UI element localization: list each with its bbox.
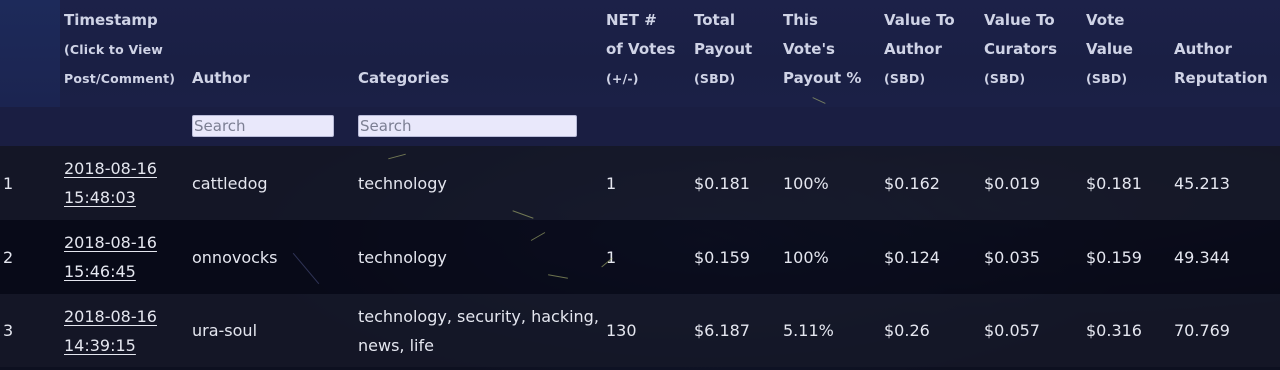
header-categories-label: Categories: [358, 69, 450, 87]
row-categories: technology, security, hacking, news, life: [354, 294, 602, 367]
row-total-payout: $0.159: [690, 220, 779, 294]
filter-cell-categories: [354, 107, 602, 146]
header-value-to-author[interactable]: Value To Author (SBD): [880, 0, 980, 107]
row-value-to-author: $0.124: [880, 220, 980, 294]
row-value-to-curators: $0.057: [980, 294, 1082, 367]
header-categories[interactable]: Categories: [354, 0, 602, 107]
header-votes-line-1: NET #: [606, 11, 657, 29]
row-vote-value: $0.159: [1082, 220, 1170, 294]
votes-table: Timestamp (Click to View Post/Comment) A…: [0, 0, 1280, 367]
row-categories-line-1: technology, security, hacking,: [358, 306, 599, 326]
header-votes[interactable]: NET # of Votes (+/-): [602, 0, 690, 107]
row-value-to-curators: $0.035: [980, 220, 1082, 294]
header-payout-line-1: Total: [694, 11, 735, 29]
header-author[interactable]: Author: [188, 0, 354, 107]
header-vtc-line-3: (SBD): [984, 71, 1026, 86]
author-search-input[interactable]: [192, 115, 334, 137]
timestamp-date: 2018-08-16: [64, 159, 157, 178]
row-vote-value: $0.181: [1082, 146, 1170, 220]
header-pct-line-1: This: [783, 11, 818, 29]
row-author: cattledog: [188, 146, 354, 220]
timestamp-time: 15:48:03: [64, 188, 136, 207]
row-categories-line-1: technology: [358, 173, 447, 193]
filter-cell-index: [0, 107, 60, 146]
header-total-payout[interactable]: Total Payout (SBD): [690, 0, 779, 107]
header-vv-line-1: Vote: [1086, 11, 1125, 29]
timestamp-time: 15:46:45: [64, 262, 136, 281]
header-pct-line-2: Vote's: [783, 40, 835, 58]
header-timestamp-title: Timestamp: [64, 11, 158, 29]
filter-row: [0, 107, 1280, 146]
row-categories-line-1: technology: [358, 247, 447, 267]
row-vote-payout-pct: 100%: [779, 220, 880, 294]
header-votes-line-3: (+/-): [606, 71, 639, 86]
row-timestamp: 2018-08-16 15:46:45: [60, 220, 188, 294]
filter-cell-empty: [602, 107, 1280, 146]
row-votes: 1: [602, 220, 690, 294]
header-votes-line-2: of Votes: [606, 40, 676, 58]
table-row: 2 2018-08-16 15:46:45 onnovocks technolog…: [0, 220, 1280, 294]
row-vote-value: $0.316: [1082, 294, 1170, 367]
header-vote-payout-pct[interactable]: This Vote's Payout %: [779, 0, 880, 107]
header-vote-value[interactable]: Vote Value (SBD): [1082, 0, 1170, 107]
header-pct-line-3: Payout %: [783, 69, 862, 87]
row-author: onnovocks: [188, 220, 354, 294]
row-categories: technology: [354, 146, 602, 220]
header-vtc-line-2: Curators: [984, 40, 1058, 58]
timestamp-link[interactable]: 2018-08-16 15:46:45: [64, 233, 157, 281]
row-author: ura-soul: [188, 294, 354, 367]
categories-search-input[interactable]: [358, 115, 577, 137]
table-row: 3 2018-08-16 14:39:15 ura-soul technology…: [0, 294, 1280, 367]
timestamp-link[interactable]: 2018-08-16 14:39:15: [64, 307, 157, 355]
row-index: 3: [0, 294, 60, 367]
row-total-payout: $6.187: [690, 294, 779, 367]
row-author-reputation: 49.344: [1170, 220, 1280, 294]
header-vv-line-3: (SBD): [1086, 71, 1128, 86]
page: Timestamp (Click to View Post/Comment) A…: [0, 0, 1280, 370]
row-index: 2: [0, 220, 60, 294]
header-vv-line-2: Value: [1086, 40, 1133, 58]
row-vote-payout-pct: 100%: [779, 146, 880, 220]
header-author-label: Author: [192, 69, 250, 87]
row-categories-line-2: news, life: [358, 335, 434, 355]
row-timestamp: 2018-08-16 14:39:15: [60, 294, 188, 367]
header-index: [0, 0, 60, 107]
row-value-to-author: $0.26: [880, 294, 980, 367]
header-vtc-line-1: Value To: [984, 11, 1055, 29]
header-vta-line-1: Value To: [884, 11, 955, 29]
header-payout-line-3: (SBD): [694, 71, 736, 86]
row-categories: technology: [354, 220, 602, 294]
timestamp-date: 2018-08-16: [64, 306, 157, 326]
header-rep-line-1: Author: [1174, 40, 1232, 58]
header-author-reputation[interactable]: Author Reputation: [1170, 0, 1280, 107]
header-timestamp-hint-2: Post/Comment): [64, 71, 176, 86]
row-vote-payout-pct: 5.11%: [779, 294, 880, 367]
header-vta-line-3: (SBD): [884, 71, 926, 86]
timestamp-time: 14:39:15: [64, 335, 136, 355]
header-rep-line-2: Reputation: [1174, 69, 1268, 87]
header-vta-line-2: Author: [884, 40, 942, 58]
header-row: Timestamp (Click to View Post/Comment) A…: [0, 0, 1280, 107]
row-author-reputation: 45.213: [1170, 146, 1280, 220]
timestamp-date: 2018-08-16: [64, 233, 157, 252]
header-timestamp[interactable]: Timestamp (Click to View Post/Comment): [60, 0, 188, 107]
row-votes: 130: [602, 294, 690, 367]
row-index: 1: [0, 146, 60, 220]
row-value-to-author: $0.162: [880, 146, 980, 220]
row-total-payout: $0.181: [690, 146, 779, 220]
row-author-reputation: 70.769: [1170, 294, 1280, 367]
row-timestamp: 2018-08-16 15:48:03: [60, 146, 188, 220]
row-votes: 1: [602, 146, 690, 220]
header-value-to-curators[interactable]: Value To Curators (SBD): [980, 0, 1082, 107]
filter-cell-timestamp: [60, 107, 188, 146]
row-value-to-curators: $0.019: [980, 146, 1082, 220]
header-timestamp-hint-1: (Click to View: [64, 42, 164, 57]
filter-cell-author: [188, 107, 354, 146]
header-payout-line-2: Payout: [694, 40, 753, 58]
table-row: 1 2018-08-16 15:48:03 cattledog technolog…: [0, 146, 1280, 220]
timestamp-link[interactable]: 2018-08-16 15:48:03: [64, 159, 157, 207]
